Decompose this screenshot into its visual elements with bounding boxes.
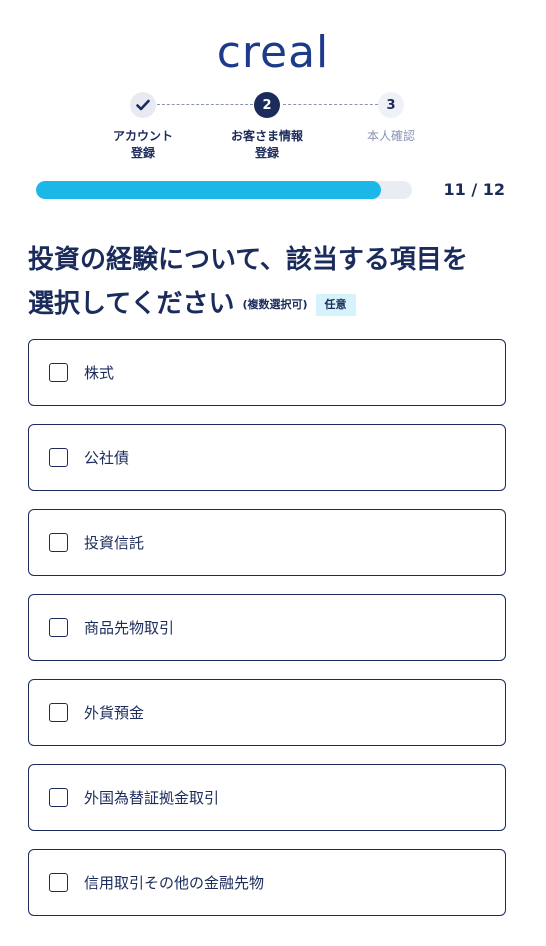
option-bonds[interactable]: 公社債	[28, 424, 506, 491]
question-title: 投資の経験について、該当する項目を 選択してください (複数選択可) 任意	[28, 238, 528, 327]
creal-logo: creal	[216, 27, 330, 78]
option-label: 公社債	[84, 449, 130, 467]
step-connector-2	[283, 104, 378, 105]
step-1-label: アカウント 登録	[88, 128, 198, 162]
option-label: 信用取引その他の金融先物	[84, 874, 265, 892]
step-2-number: 2	[262, 97, 272, 113]
experience-options-list: 株式 公社債 投資信託 商品先物取引 外貨預金 外国為替証拠金取引 信用取引その…	[28, 339, 506, 934]
step-3-label: 本人確認	[336, 128, 446, 145]
option-commodity-futures[interactable]: 商品先物取引	[28, 594, 506, 661]
step-2-circle: 2	[254, 92, 280, 118]
question-title-line2-row: 選択してください (複数選択可) 任意	[28, 282, 528, 327]
step-2-label-line2: 登録	[254, 146, 279, 160]
option-label: 株式	[84, 364, 115, 382]
progress-bar-fill	[36, 181, 381, 199]
step-3-label-line1: 本人確認	[366, 129, 415, 143]
question-title-line2: 選択してください	[28, 289, 235, 319]
option-fx-margin-trading[interactable]: 外国為替証拠金取引	[28, 764, 506, 831]
multiple-choice-note: (複数選択可)	[242, 297, 308, 311]
option-label: 商品先物取引	[84, 619, 175, 637]
option-margin-trading-other-futures[interactable]: 信用取引その他の金融先物	[28, 849, 506, 916]
step-3-circle: 3	[378, 92, 404, 118]
progress-count: 11 / 12	[443, 180, 505, 199]
registration-stepper: 2 3 アカウント 登録 お客さま情報 登録 本人確認	[0, 90, 546, 170]
optional-badge: 任意	[315, 293, 356, 316]
checkbox-icon[interactable]	[49, 448, 68, 467]
checkbox-icon[interactable]	[49, 363, 68, 382]
step-1-label-line2: 登録	[130, 146, 155, 160]
option-label: 投資信託	[84, 534, 145, 552]
checkbox-icon[interactable]	[49, 873, 68, 892]
step-connector-1	[157, 104, 253, 105]
step-3-number: 3	[386, 97, 396, 113]
step-2-label-line1: お客さま情報	[230, 129, 303, 143]
option-investment-trusts[interactable]: 投資信託	[28, 509, 506, 576]
checkbox-icon[interactable]	[49, 618, 68, 637]
option-label: 外貨預金	[84, 704, 145, 722]
option-foreign-currency-deposit[interactable]: 外貨預金	[28, 679, 506, 746]
option-stocks[interactable]: 株式	[28, 339, 506, 406]
option-label: 外国為替証拠金取引	[84, 789, 220, 807]
progress-bar	[36, 181, 412, 199]
check-icon	[136, 99, 150, 111]
step-1-label-line1: アカウント	[112, 129, 173, 143]
checkbox-icon[interactable]	[49, 533, 68, 552]
step-2-label: お客さま情報 登録	[212, 128, 322, 162]
checkbox-icon[interactable]	[49, 703, 68, 722]
question-title-line1: 投資の経験について、該当する項目を	[28, 245, 468, 275]
step-1-circle	[130, 92, 156, 118]
checkbox-icon[interactable]	[49, 788, 68, 807]
